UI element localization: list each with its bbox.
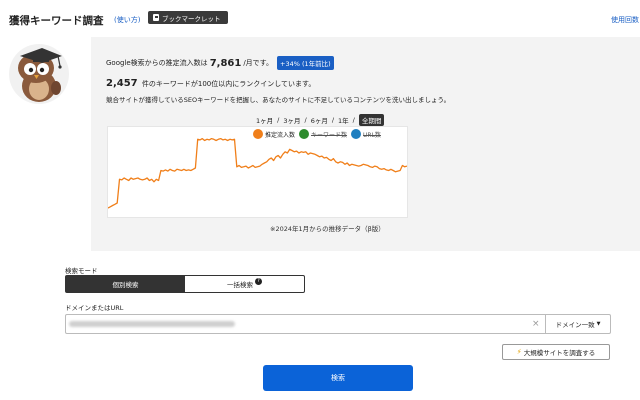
domain-label: ドメインまたはURL (65, 304, 124, 312)
period-tab-1y[interactable]: 1年 (338, 115, 349, 125)
description-text: 競合サイトが獲得しているSEOキーワードを把握し、あなたのサイトに不足しているコ… (106, 96, 451, 104)
keyword-count: 2,457 (106, 78, 138, 89)
legend-item-urls[interactable]: URL数 (351, 129, 381, 139)
growth-badge: +34% (1年前比) (277, 56, 334, 70)
period-tab-6m[interactable]: 6ヶ月 (311, 115, 328, 125)
bookmarklet-label: ブックマークレット (162, 14, 221, 23)
tab-separator: / (304, 116, 307, 124)
legend-label: キーワード数 (311, 131, 348, 139)
traffic-suffix: /月です。 (243, 59, 273, 67)
lightning-icon: ⚡ (516, 348, 522, 356)
tab-separator: / (352, 116, 355, 124)
usage-history-link[interactable]: 使用回数 (611, 15, 639, 25)
page-root: 獲得キーワード調査 (使い方) ブックマークレット 使用回数 Google検索か… (0, 0, 640, 400)
traffic-prefix: Google検索からの推定流入数は (106, 59, 208, 67)
search-mode-label: 検索モード (65, 267, 98, 275)
blurred-url-redaction (69, 321, 235, 327)
period-tab-all[interactable]: 全期間 (358, 114, 385, 126)
mode-bulk-button[interactable]: 一括検索 ? (185, 276, 304, 292)
clear-icon[interactable]: × (532, 318, 540, 330)
legend-item-traffic[interactable]: 推定流入数 (253, 129, 295, 139)
search-mode-toggle: 個別検索 一括検索 ? (65, 275, 305, 293)
legend-dot-blue (351, 129, 362, 139)
traffic-value: 7,861 (209, 57, 242, 69)
traffic-series-line (107, 137, 408, 209)
mode-label: 個別検索 (112, 281, 139, 289)
mode-individual-button[interactable]: 個別検索 (66, 276, 185, 292)
legend-label: URL数 (363, 131, 381, 139)
bookmark-icon (153, 14, 159, 21)
page-title: 獲得キーワード調査 (9, 15, 104, 27)
period-tab-1m[interactable]: 1ヶ月 (256, 115, 273, 125)
traffic-summary: Google検索からの推定流入数は 7,861 /月です。 +34% (1年前比… (106, 56, 334, 70)
tab-separator: / (277, 116, 280, 124)
large-site-button[interactable]: ⚡ 大規模サイトを調査する (502, 344, 610, 360)
chart-note: ※2024年1月からの推移データ（β版） (270, 225, 385, 233)
legend-dot-orange (253, 129, 263, 139)
period-tab-3m[interactable]: 3ヶ月 (283, 115, 300, 125)
caret-down-icon: ▼ (596, 321, 601, 327)
trend-chart (107, 126, 408, 218)
period-tabs: 1ヶ月 / 3ヶ月 / 6ヶ月 / 1年 / 全期間 (256, 114, 385, 126)
legend-item-keywords[interactable]: キーワード数 (299, 129, 347, 139)
large-site-label: 大規模サイトを調査する (523, 349, 596, 357)
help-icon[interactable]: ? (255, 277, 262, 285)
tab-separator: / (331, 116, 335, 124)
bookmarklet-button[interactable]: ブックマークレット (148, 11, 228, 24)
search-button[interactable]: 検索 (263, 365, 413, 391)
match-type-value: ドメイン一致 (555, 321, 595, 329)
keyword-suffix: 件のキーワードが100位以内にランクインしています。 (141, 80, 316, 88)
chart-legend: 推定流入数 キーワード数 URL数 (253, 129, 381, 139)
match-type-select[interactable]: ドメイン一致 ▼ (545, 314, 611, 334)
legend-label: 推定流入数 (265, 131, 296, 139)
mode-label: 一括検索 (227, 281, 253, 289)
usage-link[interactable]: (使い方) (114, 15, 140, 25)
legend-dot-green (299, 129, 310, 139)
keyword-summary: 2,457 件のキーワードが100位以内にランクインしています。 (106, 78, 315, 89)
mascot-owl-icon (9, 44, 69, 104)
trend-chart-svg (107, 137, 408, 209)
